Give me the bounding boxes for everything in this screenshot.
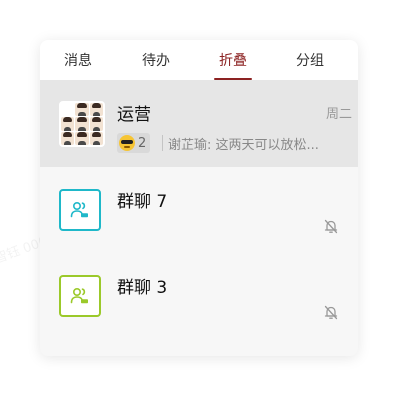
conversation-time: 周二 [325, 107, 352, 122]
member-avatar [75, 131, 89, 145]
member-avatar [61, 117, 75, 131]
group-chat-icon [59, 275, 101, 317]
active-tab-indicator [214, 78, 252, 80]
message-preview: 谢芷瑜: 这两天可以放松... [168, 138, 319, 153]
tab-groups[interactable]: 分组 [280, 51, 340, 71]
mute-bell-icon [324, 305, 338, 320]
member-avatar [75, 103, 89, 117]
tab-todo[interactable]: 待办 [126, 51, 186, 71]
group-people-icon [70, 287, 88, 304]
tab-bar: 消息 待办 折叠 分组 [40, 40, 358, 81]
member-avatar [89, 131, 103, 145]
sunglasses-emoji-icon [119, 135, 135, 151]
conversation-title: 群聊 3 [117, 278, 168, 298]
member-avatar [75, 117, 89, 131]
conversation-panel: 消息 待办 折叠 分组 运营 周二 2 谢芷瑜: 这两天可以放松... 群聊 7… [40, 40, 358, 356]
mute-bell-icon [324, 219, 338, 234]
tab-messages[interactable]: 消息 [48, 51, 108, 71]
group-people-icon [70, 201, 88, 218]
member-avatar [89, 103, 103, 117]
group-chat-icon [59, 189, 101, 231]
member-avatar [61, 131, 75, 145]
tab-folded[interactable]: 折叠 [203, 51, 263, 71]
reaction-badge[interactable]: 2 [117, 133, 151, 153]
conversation-row-group-7[interactable]: 群聊 7 [40, 167, 358, 253]
conversation-row-group-3[interactable]: 群聊 3 [40, 253, 358, 339]
preview-divider [162, 135, 163, 151]
group-avatar [59, 101, 105, 147]
member-avatar [89, 117, 103, 131]
conversation-row-operations[interactable]: 运营 周二 2 谢芷瑜: 这两天可以放松... [40, 81, 358, 167]
reaction-count: 2 [138, 135, 147, 151]
avatar-slot [61, 103, 74, 116]
conversation-title: 运营 [117, 105, 151, 125]
conversation-title: 群聊 7 [117, 192, 168, 212]
